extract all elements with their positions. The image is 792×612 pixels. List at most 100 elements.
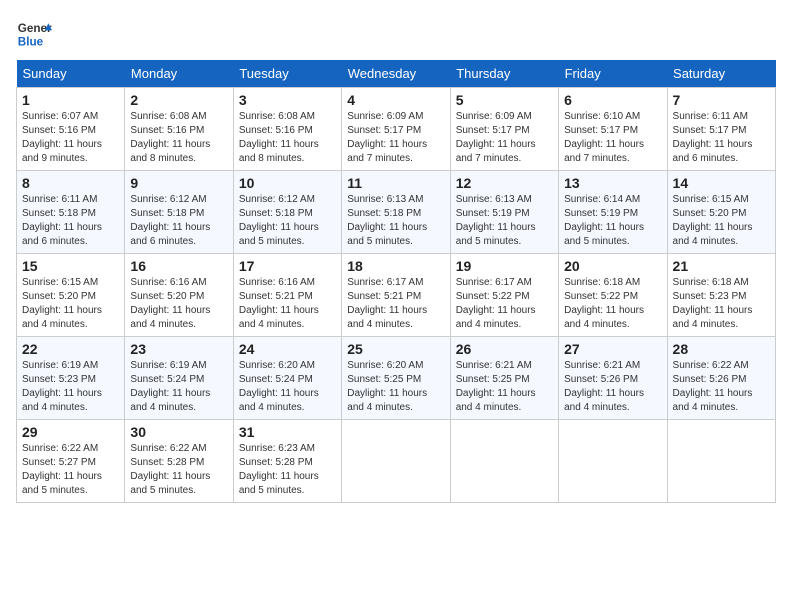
day-number: 30 (130, 424, 227, 440)
day-info: Sunrise: 6:16 AMSunset: 5:20 PMDaylight:… (130, 276, 227, 332)
header-day-saturday: Saturday (667, 60, 775, 88)
day-number: 2 (130, 92, 227, 108)
week-row-3: 15 Sunrise: 6:15 AMSunset: 5:20 PMDaylig… (17, 254, 776, 337)
day-info: Sunrise: 6:14 AMSunset: 5:19 PMDaylight:… (564, 193, 661, 249)
day-cell (450, 420, 558, 503)
header-day-thursday: Thursday (450, 60, 558, 88)
day-number: 24 (239, 341, 336, 357)
week-row-4: 22 Sunrise: 6:19 AMSunset: 5:23 PMDaylig… (17, 337, 776, 420)
day-info: Sunrise: 6:20 AMSunset: 5:24 PMDaylight:… (239, 359, 336, 415)
day-cell (667, 420, 775, 503)
day-info: Sunrise: 6:13 AMSunset: 5:19 PMDaylight:… (456, 193, 553, 249)
day-number: 15 (22, 258, 119, 274)
day-number: 25 (347, 341, 444, 357)
day-number: 19 (456, 258, 553, 274)
day-info: Sunrise: 6:07 AMSunset: 5:16 PMDaylight:… (22, 110, 119, 166)
day-number: 10 (239, 175, 336, 191)
header-row: SundayMondayTuesdayWednesdayThursdayFrid… (17, 60, 776, 88)
page-header: General Blue (16, 16, 776, 52)
day-cell: 26 Sunrise: 6:21 AMSunset: 5:25 PMDaylig… (450, 337, 558, 420)
day-info: Sunrise: 6:15 AMSunset: 5:20 PMDaylight:… (22, 276, 119, 332)
day-info: Sunrise: 6:21 AMSunset: 5:25 PMDaylight:… (456, 359, 553, 415)
day-number: 1 (22, 92, 119, 108)
day-info: Sunrise: 6:11 AMSunset: 5:18 PMDaylight:… (22, 193, 119, 249)
day-cell: 15 Sunrise: 6:15 AMSunset: 5:20 PMDaylig… (17, 254, 125, 337)
day-info: Sunrise: 6:15 AMSunset: 5:20 PMDaylight:… (673, 193, 770, 249)
day-number: 18 (347, 258, 444, 274)
day-cell: 18 Sunrise: 6:17 AMSunset: 5:21 PMDaylig… (342, 254, 450, 337)
day-cell: 10 Sunrise: 6:12 AMSunset: 5:18 PMDaylig… (233, 171, 341, 254)
week-row-1: 1 Sunrise: 6:07 AMSunset: 5:16 PMDayligh… (17, 88, 776, 171)
day-cell: 11 Sunrise: 6:13 AMSunset: 5:18 PMDaylig… (342, 171, 450, 254)
day-cell: 2 Sunrise: 6:08 AMSunset: 5:16 PMDayligh… (125, 88, 233, 171)
day-cell (559, 420, 667, 503)
day-number: 5 (456, 92, 553, 108)
day-cell: 8 Sunrise: 6:11 AMSunset: 5:18 PMDayligh… (17, 171, 125, 254)
day-cell: 20 Sunrise: 6:18 AMSunset: 5:22 PMDaylig… (559, 254, 667, 337)
day-cell: 25 Sunrise: 6:20 AMSunset: 5:25 PMDaylig… (342, 337, 450, 420)
day-number: 17 (239, 258, 336, 274)
day-info: Sunrise: 6:23 AMSunset: 5:28 PMDaylight:… (239, 442, 336, 498)
day-number: 6 (564, 92, 661, 108)
header-day-sunday: Sunday (17, 60, 125, 88)
day-number: 12 (456, 175, 553, 191)
day-cell: 12 Sunrise: 6:13 AMSunset: 5:19 PMDaylig… (450, 171, 558, 254)
svg-text:Blue: Blue (18, 36, 44, 49)
day-info: Sunrise: 6:21 AMSunset: 5:26 PMDaylight:… (564, 359, 661, 415)
day-cell: 23 Sunrise: 6:19 AMSunset: 5:24 PMDaylig… (125, 337, 233, 420)
day-number: 14 (673, 175, 770, 191)
day-cell: 22 Sunrise: 6:19 AMSunset: 5:23 PMDaylig… (17, 337, 125, 420)
day-number: 28 (673, 341, 770, 357)
day-info: Sunrise: 6:17 AMSunset: 5:22 PMDaylight:… (456, 276, 553, 332)
day-number: 21 (673, 258, 770, 274)
day-info: Sunrise: 6:22 AMSunset: 5:27 PMDaylight:… (22, 442, 119, 498)
day-cell: 17 Sunrise: 6:16 AMSunset: 5:21 PMDaylig… (233, 254, 341, 337)
day-cell: 31 Sunrise: 6:23 AMSunset: 5:28 PMDaylig… (233, 420, 341, 503)
logo-icon: General Blue (16, 16, 52, 52)
day-number: 16 (130, 258, 227, 274)
day-info: Sunrise: 6:19 AMSunset: 5:24 PMDaylight:… (130, 359, 227, 415)
header-day-monday: Monday (125, 60, 233, 88)
day-info: Sunrise: 6:18 AMSunset: 5:23 PMDaylight:… (673, 276, 770, 332)
day-cell: 24 Sunrise: 6:20 AMSunset: 5:24 PMDaylig… (233, 337, 341, 420)
day-number: 9 (130, 175, 227, 191)
week-row-2: 8 Sunrise: 6:11 AMSunset: 5:18 PMDayligh… (17, 171, 776, 254)
day-info: Sunrise: 6:11 AMSunset: 5:17 PMDaylight:… (673, 110, 770, 166)
day-cell: 9 Sunrise: 6:12 AMSunset: 5:18 PMDayligh… (125, 171, 233, 254)
day-cell: 27 Sunrise: 6:21 AMSunset: 5:26 PMDaylig… (559, 337, 667, 420)
day-number: 23 (130, 341, 227, 357)
day-number: 7 (673, 92, 770, 108)
day-number: 4 (347, 92, 444, 108)
day-number: 29 (22, 424, 119, 440)
header-day-tuesday: Tuesday (233, 60, 341, 88)
day-cell: 14 Sunrise: 6:15 AMSunset: 5:20 PMDaylig… (667, 171, 775, 254)
day-info: Sunrise: 6:22 AMSunset: 5:26 PMDaylight:… (673, 359, 770, 415)
day-info: Sunrise: 6:09 AMSunset: 5:17 PMDaylight:… (456, 110, 553, 166)
day-cell: 6 Sunrise: 6:10 AMSunset: 5:17 PMDayligh… (559, 88, 667, 171)
day-number: 11 (347, 175, 444, 191)
day-number: 3 (239, 92, 336, 108)
logo: General Blue (16, 16, 52, 52)
day-cell: 3 Sunrise: 6:08 AMSunset: 5:16 PMDayligh… (233, 88, 341, 171)
day-info: Sunrise: 6:08 AMSunset: 5:16 PMDaylight:… (130, 110, 227, 166)
day-info: Sunrise: 6:13 AMSunset: 5:18 PMDaylight:… (347, 193, 444, 249)
day-number: 22 (22, 341, 119, 357)
day-info: Sunrise: 6:20 AMSunset: 5:25 PMDaylight:… (347, 359, 444, 415)
day-info: Sunrise: 6:17 AMSunset: 5:21 PMDaylight:… (347, 276, 444, 332)
day-cell: 29 Sunrise: 6:22 AMSunset: 5:27 PMDaylig… (17, 420, 125, 503)
day-number: 8 (22, 175, 119, 191)
day-cell: 1 Sunrise: 6:07 AMSunset: 5:16 PMDayligh… (17, 88, 125, 171)
day-info: Sunrise: 6:12 AMSunset: 5:18 PMDaylight:… (239, 193, 336, 249)
day-cell: 16 Sunrise: 6:16 AMSunset: 5:20 PMDaylig… (125, 254, 233, 337)
week-row-5: 29 Sunrise: 6:22 AMSunset: 5:27 PMDaylig… (17, 420, 776, 503)
day-info: Sunrise: 6:09 AMSunset: 5:17 PMDaylight:… (347, 110, 444, 166)
day-info: Sunrise: 6:12 AMSunset: 5:18 PMDaylight:… (130, 193, 227, 249)
day-cell: 5 Sunrise: 6:09 AMSunset: 5:17 PMDayligh… (450, 88, 558, 171)
day-number: 31 (239, 424, 336, 440)
day-info: Sunrise: 6:10 AMSunset: 5:17 PMDaylight:… (564, 110, 661, 166)
day-number: 26 (456, 341, 553, 357)
day-cell: 21 Sunrise: 6:18 AMSunset: 5:23 PMDaylig… (667, 254, 775, 337)
day-cell: 28 Sunrise: 6:22 AMSunset: 5:26 PMDaylig… (667, 337, 775, 420)
day-number: 13 (564, 175, 661, 191)
day-info: Sunrise: 6:08 AMSunset: 5:16 PMDaylight:… (239, 110, 336, 166)
